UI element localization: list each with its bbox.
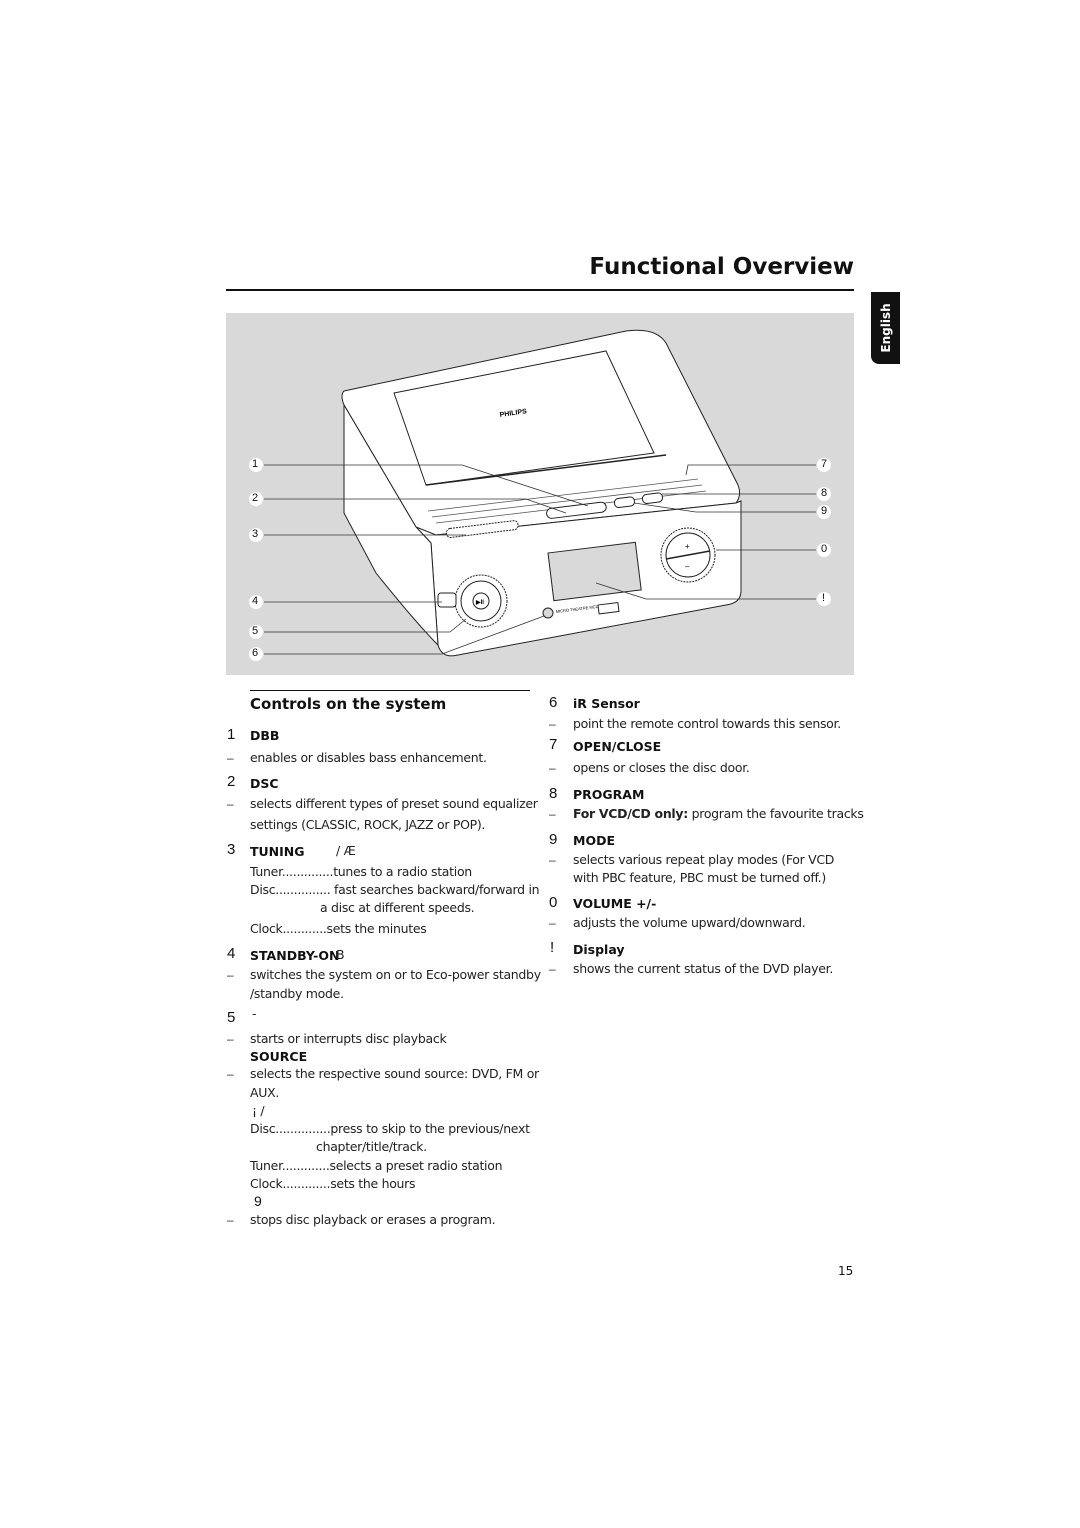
item-heading-tuning: TUNING bbox=[250, 844, 305, 859]
item-number: 4 bbox=[227, 945, 236, 962]
bullet-dash: – bbox=[549, 717, 556, 731]
item-heading-volume: VOLUME +/- bbox=[573, 896, 657, 911]
language-tab: English bbox=[871, 292, 900, 364]
item-heading-dsc: DSC bbox=[250, 776, 279, 791]
display-window bbox=[547, 541, 642, 602]
item-desc: a disc at different speeds. bbox=[320, 900, 475, 915]
item-heading-display: Display bbox=[573, 942, 625, 957]
item-desc: stops disc playback or erases a program. bbox=[250, 1212, 496, 1227]
item-desc: adjusts the volume upward/downward. bbox=[573, 915, 806, 930]
item-desc: switches the system on or to Eco-power s… bbox=[250, 967, 541, 982]
item-number: ! bbox=[550, 939, 555, 956]
callout-9: 9 bbox=[821, 505, 828, 517]
bullet-dash: – bbox=[549, 916, 556, 930]
item-desc: selects the respective sound source: DVD… bbox=[250, 1066, 539, 1081]
item-desc: selects different types of preset sound … bbox=[250, 796, 538, 811]
item-desc: Disc............... fast searches backwa… bbox=[250, 882, 540, 897]
device-illustration: PHILIPS ▶II + – MICRO THEATRE MCD139 1 2… bbox=[226, 313, 854, 675]
callout-0: 0 bbox=[821, 543, 828, 555]
device-drawing: PHILIPS ▶II + – MICRO THEATRE MCD139 bbox=[249, 329, 831, 661]
section-title: Controls on the system bbox=[250, 695, 447, 713]
title-rule bbox=[226, 289, 854, 291]
tuning-symbols: / Æ bbox=[336, 843, 356, 858]
bullet-dash: – bbox=[549, 962, 556, 976]
stop-symbol: 9 bbox=[254, 1193, 262, 1209]
item-number: 5 bbox=[227, 1009, 236, 1026]
page-title: Functional Overview bbox=[589, 254, 854, 280]
page-number: 15 bbox=[838, 1264, 854, 1278]
item-desc-bold: For VCD/CD only: bbox=[573, 806, 688, 821]
item-desc: selects various repeat play modes (For V… bbox=[573, 852, 835, 867]
item-number: 3 bbox=[227, 841, 236, 858]
item-desc: opens or closes the disc door. bbox=[573, 760, 750, 775]
ir-sensor bbox=[542, 607, 554, 619]
play-pause-symbol: - bbox=[252, 1006, 257, 1021]
callout-4: 4 bbox=[252, 595, 259, 607]
svg-text:–: – bbox=[685, 562, 690, 571]
bullet-dash: – bbox=[549, 853, 556, 867]
program-button bbox=[641, 492, 663, 504]
callout-6: 6 bbox=[252, 647, 259, 659]
item-heading-ir-sensor: iR Sensor bbox=[573, 696, 640, 711]
item-desc: /standby mode. bbox=[250, 986, 344, 1001]
item-desc-rest: program the favourite tracks bbox=[687, 806, 864, 821]
item-desc: enables or disables bass enhancement. bbox=[250, 750, 487, 765]
callout-7: 7 bbox=[821, 458, 828, 470]
bullet-dash: – bbox=[227, 1067, 234, 1081]
item-heading-source: SOURCE bbox=[250, 1049, 308, 1064]
bullet-dash: – bbox=[227, 751, 234, 765]
mode-button bbox=[613, 496, 635, 508]
item-desc: Disc...............press to skip to the … bbox=[250, 1121, 530, 1136]
item-number: 2 bbox=[227, 773, 236, 790]
bullet-dash: – bbox=[227, 968, 234, 982]
section-rule bbox=[250, 690, 530, 691]
standby-symbol: B bbox=[336, 947, 345, 962]
item-desc: Tuner..............tunes to a radio stat… bbox=[250, 864, 472, 879]
item-desc: Clock............sets the minutes bbox=[250, 921, 427, 936]
bullet-dash: – bbox=[549, 807, 556, 821]
callout-8: 8 bbox=[821, 487, 828, 499]
item-number: 9 bbox=[549, 831, 558, 848]
standby-button bbox=[437, 592, 457, 608]
item-desc: with PBC feature, PBC must be turned off… bbox=[573, 870, 826, 885]
bullet-dash: – bbox=[227, 1213, 234, 1227]
item-heading-dbb: DBB bbox=[250, 728, 280, 743]
item-heading-mode: MODE bbox=[573, 833, 615, 848]
item-desc: chapter/title/track. bbox=[316, 1139, 427, 1154]
callout-1: 1 bbox=[252, 458, 259, 470]
callout-3: 3 bbox=[252, 528, 259, 540]
item-heading-program: PROGRAM bbox=[573, 787, 645, 802]
item-desc: For VCD/CD only: program the favourite t… bbox=[573, 806, 864, 821]
bullet-dash: – bbox=[227, 797, 234, 811]
item-heading-open-close: OPEN/CLOSE bbox=[573, 739, 662, 754]
bullet-dash: – bbox=[549, 761, 556, 775]
item-desc: point the remote control towards this se… bbox=[573, 716, 841, 731]
skip-symbols: ¡ / bbox=[252, 1103, 265, 1118]
item-number: 7 bbox=[549, 736, 558, 753]
item-desc: Clock.............sets the hours bbox=[250, 1176, 416, 1191]
item-desc: settings (CLASSIC, ROCK, JAZZ or POP). bbox=[250, 817, 486, 832]
item-desc: Tuner.............selects a preset radio… bbox=[250, 1158, 503, 1173]
item-heading-standby: STANDBY-ON bbox=[250, 948, 340, 963]
item-desc: starts or interrupts disc playback bbox=[250, 1031, 447, 1046]
item-number: 6 bbox=[549, 694, 558, 711]
callout-exclaim: ! bbox=[822, 592, 826, 604]
svg-text:▶II: ▶II bbox=[475, 599, 484, 606]
item-number: 8 bbox=[549, 785, 558, 802]
item-desc: AUX. bbox=[250, 1085, 280, 1100]
item-desc: shows the current status of the DVD play… bbox=[573, 961, 834, 976]
callout-5: 5 bbox=[252, 625, 259, 637]
language-tab-label: English bbox=[878, 303, 893, 353]
callout-2: 2 bbox=[252, 492, 259, 504]
svg-text:+: + bbox=[685, 542, 690, 551]
bullet-dash: – bbox=[227, 1032, 234, 1046]
item-number: 0 bbox=[549, 894, 558, 911]
item-number: 1 bbox=[227, 726, 236, 743]
